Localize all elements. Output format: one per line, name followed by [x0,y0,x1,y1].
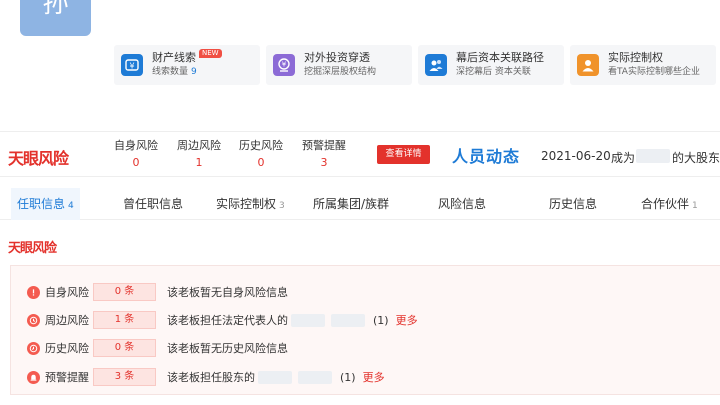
person-icon [577,54,599,76]
risk-desc-text: 该老板担任股东的 [167,371,255,384]
tianyan-risk-logo: 天眼风险 [8,149,69,168]
risk-label: 周边风险 [45,314,89,327]
risk-stat-value: 1 [195,156,203,169]
tab-actual-control[interactable]: 实际控制权 3 [216,188,285,220]
feature-sub: 挖掘深层股权结构 [304,67,377,77]
alarm-icon [27,370,40,384]
risk-description: 该老板暂无自身风险信息 [167,286,288,299]
redacted-company[interactable] [291,313,325,327]
risk-count: 0 条 [93,283,156,301]
tab-label: 风险信息 [438,197,487,211]
history-icon [27,341,40,355]
risk-desc-count: (1) [340,370,356,384]
tab-label: 实际控制权 [216,197,277,211]
new-badge: NEW [199,48,222,58]
redacted-company[interactable] [258,370,292,384]
risk-stat-value: 3 [320,156,328,169]
risk-count: 3 条 [93,368,156,386]
tab-label: 合作伙伴 [641,197,690,211]
risk-panel: 自身风险 0 条 该老板暂无自身风险信息 周边风险 1 条 该老板担任法定代表人… [10,265,720,395]
feature-sub: 线索数量 [152,67,189,77]
risk-stat-label: 自身风险 [114,139,158,152]
risk-stat-label: 预警提醒 [302,139,346,152]
dynamics-prefix: 成为 [611,151,636,165]
tab-count: 4 [68,201,74,211]
risk-label: 自身风险 [45,286,89,299]
tab-label: 曾任职信息 [123,197,184,211]
tab-label: 任职信息 [17,197,66,211]
risk-label: 预警提醒 [45,371,89,384]
feature-sub: 看TA实际控制哪些企业 [608,67,700,77]
risk-row-history: 历史风险 0 条 该老板暂无历史风险信息 [27,338,288,358]
redacted-company[interactable] [331,313,365,327]
risk-stat-value: 0 [132,156,140,169]
risk-stat-self[interactable]: 自身风险 0 [106,138,166,171]
risk-description: 该老板担任股东的 (1) 更多 [167,369,385,385]
risk-stat-surrounding[interactable]: 周边风险 1 [169,138,229,171]
tab-group[interactable]: 所属集团/族群 [313,188,389,220]
risk-description: 该老板暂无历史风险信息 [167,342,288,355]
info-tabs: 任职信息 4 曾任职信息 实际控制权 3 所属集团/族群 风险信息 历史信息 合作伙… [0,188,720,220]
svg-text:¥: ¥ [129,62,134,71]
clock-icon [27,313,40,327]
risk-stat-warning[interactable]: 预警提醒 3 [294,138,354,171]
risk-stat-label: 历史风险 [239,139,283,152]
person-dynamics-title: 人员动态 [452,147,521,166]
view-details-button[interactable]: 查看详情 [377,145,430,164]
tab-history-info[interactable]: 历史信息 [549,188,597,220]
tab-label: 所属集团/族群 [313,197,390,211]
risk-row-surrounding: 周边风险 1 条 该老板担任法定代表人的 (1) 更多 [27,310,418,330]
tab-risk-info[interactable]: 风险信息 [438,188,486,220]
risk-stat-history[interactable]: 历史风险 0 [231,138,291,171]
feature-card-capital-path[interactable]: 幕后资本关联路径 深挖幕后 资本关联 [418,45,564,85]
risk-stat-label: 周边风险 [177,139,221,152]
warning-icon [27,285,40,299]
risk-description: 该老板担任法定代表人的 (1) 更多 [167,312,418,328]
people-icon [425,54,447,76]
feature-title: 财产线索 [152,51,196,64]
redacted-company[interactable] [636,149,670,163]
risk-count: 0 条 [93,339,156,357]
feature-card-actual-control[interactable]: 实际控制权 看TA实际控制哪些企业 [570,45,716,85]
tab-partners[interactable]: 合作伙伴 1 [641,188,698,220]
tianyan-risk-logo: 天眼风险 [8,241,57,256]
risk-count: 1 条 [93,311,156,329]
avatar: 孙 [20,0,91,36]
more-link[interactable]: 更多 [363,369,385,385]
tab-count: 3 [279,201,285,211]
risk-row-self: 自身风险 0 条 该老板暂无自身风险信息 [27,282,288,302]
tab-former-positions[interactable]: 曾任职信息 [123,188,183,220]
investment-icon: ¥ [273,54,295,76]
svg-text:¥: ¥ [282,61,287,69]
feature-cards: ¥ 财产线索 NEW 线索数量 9 ¥ 对外投资穿透 挖掘深层股权结构 幕后资本关联… [114,45,716,85]
feature-card-property-clues[interactable]: ¥ 财产线索 NEW 线索数量 9 [114,45,260,85]
dynamics-suffix: 的大股东 [672,151,720,165]
clue-count: 9 [191,67,197,77]
avatar-initial: 孙 [42,0,69,19]
dynamics-date: 2021-06-20 [541,149,611,163]
feature-title: 实际控制权 [608,51,663,64]
feature-sub: 深挖幕后 资本关联 [456,67,531,77]
money-icon: ¥ [121,54,143,76]
tab-label: 历史信息 [549,197,598,211]
tab-positions[interactable]: 任职信息 4 [11,188,80,220]
risk-stat-value: 0 [257,156,265,169]
risk-desc-count: (1) [373,313,389,327]
risk-row-warning: 预警提醒 3 条 该老板担任股东的 (1) 更多 [27,367,385,387]
feature-title: 对外投资穿透 [304,51,370,64]
feature-card-investment[interactable]: ¥ 对外投资穿透 挖掘深层股权结构 [266,45,412,85]
redacted-company[interactable] [298,370,332,384]
tab-count: 1 [692,201,698,211]
risk-desc-text: 该老板担任法定代表人的 [167,314,288,327]
feature-title: 幕后资本关联路径 [456,51,544,64]
risk-label: 历史风险 [45,342,89,355]
more-link[interactable]: 更多 [396,312,418,328]
